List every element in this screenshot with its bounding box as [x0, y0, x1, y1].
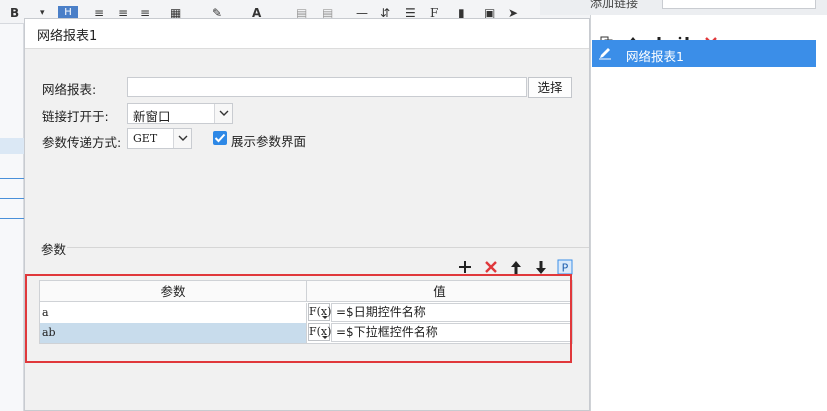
chevron-down-icon[interactable] — [214, 104, 232, 123]
section-divider — [67, 247, 589, 248]
red-highlight-box — [25, 274, 572, 363]
method-value: GET — [133, 132, 158, 145]
method-select[interactable]: GET — [127, 128, 192, 149]
choose-button[interactable]: 选择 — [528, 77, 572, 98]
check-icon — [214, 133, 226, 143]
pencil-icon — [599, 48, 611, 60]
open-in-label: 链接打开于: — [42, 109, 109, 124]
delete-icon[interactable] — [483, 259, 499, 275]
show-param-checkbox[interactable] — [213, 131, 227, 145]
link-list-panel — [590, 15, 827, 411]
method-label: 参数传递方式: — [42, 135, 122, 150]
open-in-value: 新窗口 — [133, 109, 171, 124]
arrow-down-icon[interactable] — [533, 259, 549, 275]
report-label: 网络报表: — [42, 82, 97, 97]
selected-cell — [0, 138, 24, 154]
background-sheet-strip — [0, 24, 24, 411]
report-input[interactable] — [127, 77, 527, 97]
link-list-item-label: 网络报表1 — [626, 49, 684, 64]
param-section-label: 参数 — [41, 242, 67, 257]
add-link-field[interactable] — [662, 0, 816, 9]
show-param-label: 展示参数界面 — [231, 134, 307, 149]
open-in-select[interactable]: 新窗口 — [127, 103, 233, 124]
bold-icon[interactable]: B — [10, 6, 19, 20]
add-icon[interactable] — [457, 259, 473, 275]
dialog-header: 网络报表1 — [25, 19, 589, 49]
arrow-up-icon[interactable] — [508, 259, 524, 275]
param-p-icon[interactable]: P — [557, 259, 573, 275]
chevron-down-icon[interactable] — [173, 129, 191, 148]
svg-text:P: P — [562, 262, 569, 275]
add-link-label: 添加链接 — [590, 0, 639, 10]
dialog-title: 网络报表1 — [37, 29, 98, 44]
